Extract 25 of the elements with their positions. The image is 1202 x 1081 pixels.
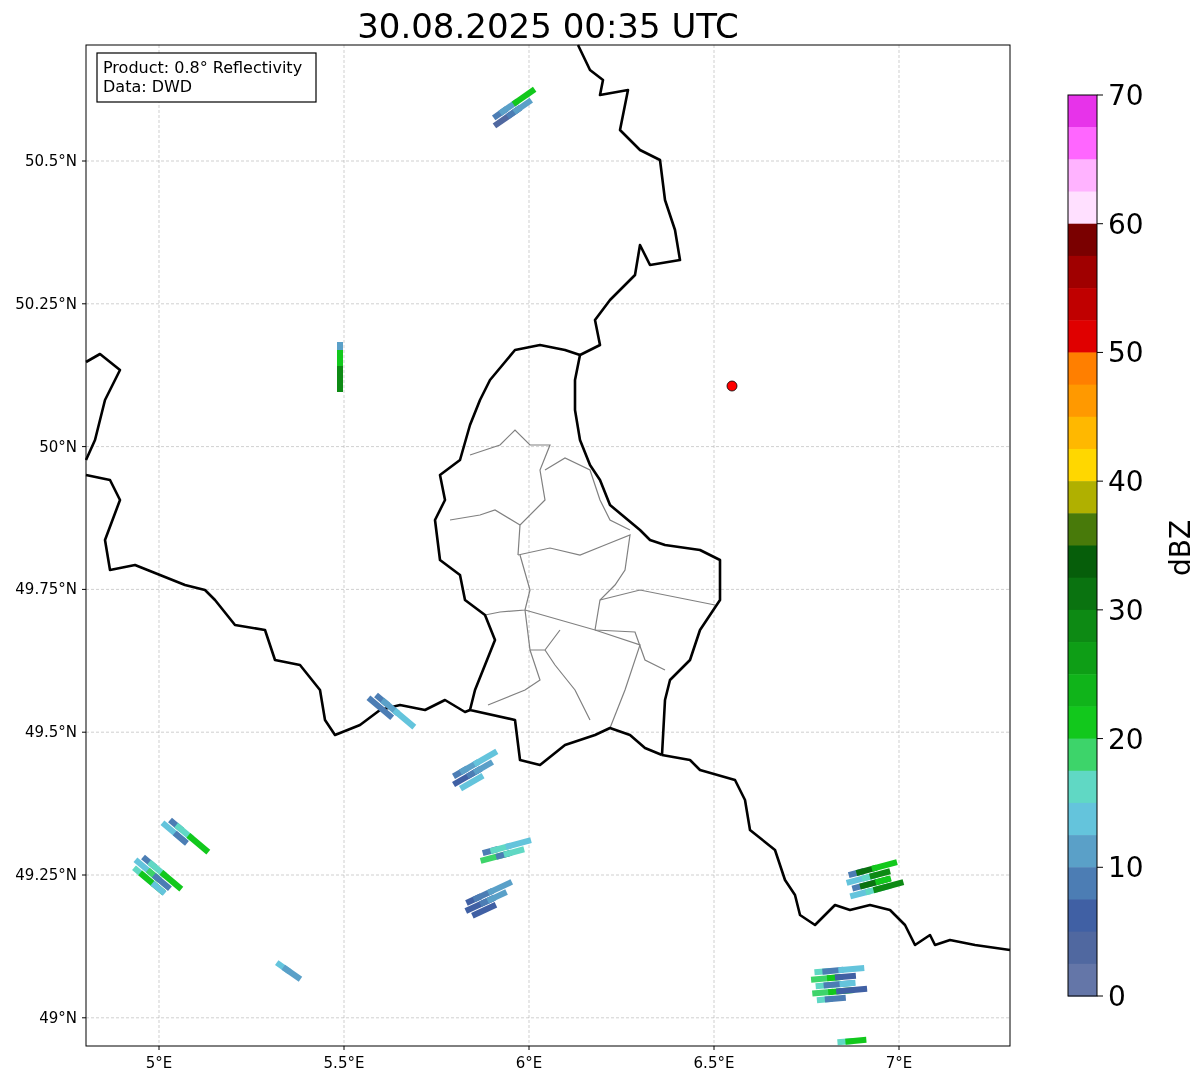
latitude-label: 50.5°N	[24, 152, 77, 170]
location-marker	[726, 380, 738, 392]
longitude-label: 5°E	[145, 1054, 173, 1072]
colorbar-tick-label: 40	[1108, 465, 1144, 499]
latitude-label: 49.5°N	[24, 723, 77, 742]
latitude-label: 50.25°N	[15, 294, 77, 313]
colorbar-tick-label: 60	[1108, 207, 1144, 241]
longitude-label: 6°E	[515, 1054, 543, 1072]
longitude-label: 5.5°E	[323, 1054, 365, 1072]
chart-title: 30.08.2025 00:35 UTC	[357, 6, 739, 46]
info-text: Product: 0.8° Reflectivity	[103, 58, 303, 77]
latitude-label: 49.25°N	[15, 866, 77, 884]
latitude-label: 49.75°N	[15, 580, 77, 599]
colorbar-tick-label: 10	[1108, 851, 1144, 885]
colorbar-tick-label: 70	[1108, 79, 1144, 112]
info-text: Data: DWD	[103, 77, 193, 96]
latitude-label: 49°N	[39, 1008, 77, 1027]
colorbar-tick-label: 30	[1108, 593, 1144, 627]
colorbar-tick-label: 0	[1108, 980, 1126, 1013]
colorbar-tick-label: 50	[1108, 336, 1144, 370]
colorbar-label: dBZ	[1164, 519, 1197, 577]
longitude-label: 7°E	[885, 1054, 913, 1072]
colorbar-tick-label: 20	[1108, 722, 1144, 756]
longitude-label: 6.5°E	[693, 1054, 735, 1072]
latitude-label: 50°N	[39, 437, 77, 456]
